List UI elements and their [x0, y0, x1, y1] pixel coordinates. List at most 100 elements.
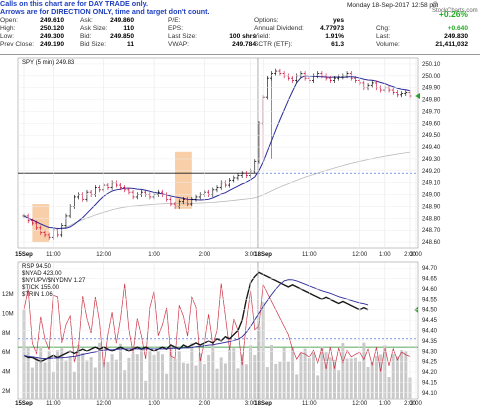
- volume-tick-label: 4M: [2, 370, 10, 376]
- price-x-tick-label: 2:00: [199, 252, 211, 258]
- ind-y-tick-label: 94.45: [422, 318, 438, 324]
- volume-bar: [240, 354, 244, 399]
- volume-bar: [39, 346, 43, 399]
- ind-x-tick-label: 11:00: [302, 401, 317, 406]
- volume-bar: [404, 350, 408, 399]
- volume-tick-label: 2M: [2, 389, 10, 395]
- volume-bar: [370, 361, 374, 399]
- volume-bar: [211, 344, 215, 399]
- ind-x-tick-label: 1:00: [379, 401, 391, 406]
- price-panel-frame: [17, 57, 419, 249]
- legend-tick: $TICK 155.00: [22, 285, 60, 291]
- price-y-tick-label: 249.30: [422, 157, 441, 163]
- legend-upv-dnv: $NYUPV/$NYDNV 1.27: [22, 278, 86, 284]
- volume-tick-label: 12M: [2, 292, 14, 298]
- volume-bar: [110, 354, 114, 399]
- price-x-tick-label: 1:00: [379, 252, 391, 258]
- volume-bar: [379, 354, 383, 399]
- volume-bar: [244, 364, 248, 399]
- volume-bar: [177, 351, 181, 399]
- volume-tick-label: 8M: [2, 331, 10, 337]
- volume-tick-label: 6M: [2, 350, 10, 356]
- price-y-tick-label: 249.00: [422, 193, 441, 199]
- price-y-tick-label: 248.60: [422, 240, 441, 246]
- volume-bar: [303, 348, 307, 399]
- volume-bar: [81, 353, 85, 399]
- volume-bar: [190, 343, 194, 399]
- price-x-tick-label: 12:00: [96, 252, 112, 258]
- volume-bar: [332, 359, 336, 399]
- stock-chart: 15Sep 15Sep 11:00 11:00 12:00 12:00 1:00 1:00 2:…: [2, 57, 441, 406]
- volume-bar: [299, 352, 303, 399]
- price-x-tick-label: 12:00: [352, 252, 368, 258]
- price-y-tick-label: 248.90: [422, 204, 441, 210]
- volume-tick-label: 10M: [2, 311, 14, 317]
- ind-x-tick-label: 1:00: [148, 401, 160, 406]
- volume-bar: [30, 367, 34, 399]
- ind-x-tick-label: 11:00: [46, 401, 61, 406]
- volume-bar: [232, 348, 236, 399]
- legend-rsp: RSP 94.50: [22, 264, 52, 270]
- ind-y-tick-label: 94.50: [422, 308, 438, 314]
- ind-y-tick-label: 94.25: [422, 360, 438, 366]
- volume-bar: [228, 348, 232, 399]
- volume-bar: [114, 359, 118, 399]
- price-y-tick-label: 248.80: [422, 216, 441, 222]
- price-legend: SPY (5 min) 249.83: [22, 60, 75, 66]
- price-x-tick-label: 1:00: [148, 252, 160, 258]
- volume-bar: [85, 360, 89, 399]
- ind-x-tick-label: 3:00: [410, 401, 422, 406]
- volume-bar: [215, 368, 219, 399]
- ind-y-tick-label: 94.30: [422, 349, 438, 355]
- volume-bar: [337, 370, 341, 399]
- price-y-tick-label: 249.40: [422, 145, 441, 151]
- price-y-tick-label: 249.80: [422, 98, 441, 104]
- price-x-tick-label: 18Sep: [254, 252, 272, 258]
- ind-y-tick-label: 94.10: [422, 391, 438, 397]
- volume-bar: [43, 362, 47, 399]
- volume-bar: [316, 375, 320, 399]
- price-y-tick-label: 250.10: [422, 62, 441, 68]
- volume-bar: [312, 352, 315, 399]
- volume-bar: [26, 347, 30, 399]
- ind-y-tick-label: 94.60: [422, 287, 438, 293]
- volume-bar: [165, 373, 169, 399]
- price-y-tick-label: 249.70: [422, 109, 441, 115]
- price-x-tick-label: 11:00: [302, 252, 317, 258]
- volume-bar: [286, 361, 290, 399]
- volume-bar: [181, 362, 185, 399]
- volume-bar: [391, 354, 395, 399]
- volume-bar: [119, 343, 122, 399]
- ind-y-tick-label: 94.65: [422, 277, 438, 283]
- ind-y-tick-label: 94.20: [422, 370, 438, 376]
- ind-x-tick-label: 2:00: [199, 401, 211, 406]
- volume-bar: [106, 362, 110, 399]
- volume-bar: [236, 368, 240, 399]
- ind-y-tick-label: 94.40: [422, 329, 438, 335]
- price-y-tick-label: 249.60: [422, 121, 441, 127]
- price-y-tick-label: 248.70: [422, 228, 441, 234]
- price-y-tick-label: 250.00: [422, 74, 441, 80]
- ind-y-tick-label: 94.15: [422, 380, 438, 386]
- volume-bar: [135, 354, 139, 399]
- ind-y-tick-label: 94.55: [422, 297, 438, 303]
- volume-bar: [295, 374, 299, 399]
- volume-bar: [64, 360, 68, 399]
- volume-bar: [223, 363, 227, 399]
- volume-bar: [278, 361, 282, 399]
- price-x-tick-label: 3:00: [410, 252, 422, 258]
- ind-x-tick-label: 18Sep: [254, 401, 272, 406]
- price-y-tick-label: 249.10: [422, 181, 441, 187]
- volume-bar: [148, 350, 152, 399]
- volume-bar: [144, 380, 148, 399]
- legend-nyad: $NYAD 423.00: [22, 271, 62, 277]
- legend-trin: $TRIN 1.06: [22, 292, 53, 298]
- ind-x-tick-label: 12:00: [96, 401, 112, 406]
- volume-bar: [324, 352, 328, 399]
- ind-x-tick-label: 12:00: [352, 401, 368, 406]
- volume-bar: [156, 351, 160, 399]
- volume-bar: [123, 370, 127, 399]
- volume-bar: [160, 354, 164, 399]
- volume-bar: [387, 377, 391, 399]
- volume-bar: [274, 363, 278, 399]
